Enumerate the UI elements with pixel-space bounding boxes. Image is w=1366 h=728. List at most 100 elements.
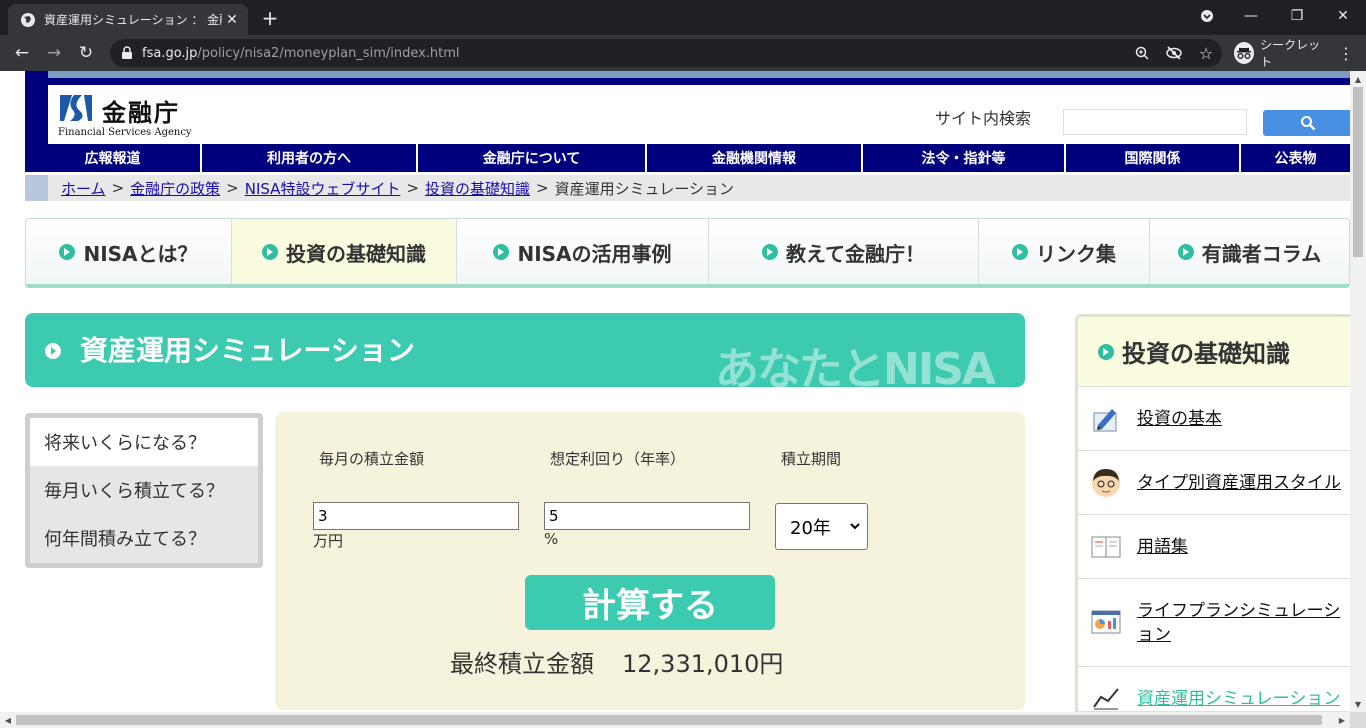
site-search-button[interactable] — [1263, 110, 1350, 136]
banner-watermark: あなたとNISA — [715, 344, 996, 387]
url-text: fsa.go.jp/policy/nisa2/moneyplan_sim/ind… — [142, 46, 1126, 61]
fsa-logo[interactable]: 金融庁 Financial Services Agency — [58, 91, 208, 143]
page-title-banner: 資産運用シミュレーション あなたとNISA — [25, 313, 1025, 387]
search-icon — [1301, 116, 1316, 131]
bookmark-star-icon[interactable]: ☆ — [1196, 43, 1216, 63]
mode-monthly-amount[interactable]: 毎月いくら積立てる？ — [30, 466, 258, 514]
sidebar-item-simulation[interactable]: 資産運用シミュレーション — [1078, 667, 1350, 711]
reload-icon[interactable]: ↻ — [72, 39, 100, 67]
nisa-tab-label: リンク集 — [1036, 241, 1116, 266]
globe-icon — [21, 12, 35, 27]
arrow-circle-icon — [762, 244, 778, 260]
scroll-up-icon[interactable]: ▲ — [1350, 71, 1366, 87]
arrow-circle-icon — [1177, 244, 1194, 260]
header-band-light — [48, 71, 1350, 78]
sidebar-link-current[interactable]: 資産運用シミュレーション — [1137, 687, 1340, 711]
new-tab-icon[interactable]: + — [258, 6, 282, 30]
mode-future-value[interactable]: 将来いくらになる？ — [30, 418, 258, 466]
rate-input[interactable]: 5 — [544, 502, 750, 530]
tab-close-icon[interactable]: ✕ — [222, 10, 242, 30]
back-icon[interactable]: ← — [8, 39, 36, 67]
right-sidebar-title-text: 投資の基礎知識 — [1122, 340, 1290, 368]
eye-off-icon[interactable] — [1164, 43, 1184, 63]
incognito-indicator[interactable]: シークレット — [1230, 38, 1326, 69]
zoom-icon[interactable] — [1132, 43, 1152, 63]
breadcrumb-separator: > — [111, 179, 125, 197]
scroll-left-icon[interactable]: ◀ — [0, 712, 16, 728]
sidebar-item-style[interactable]: タイプ別資産運用スタイル — [1078, 451, 1350, 515]
horizontal-scroll-thumb[interactable] — [16, 715, 1322, 725]
scroll-right-icon[interactable]: ▶ — [1334, 712, 1350, 728]
breadcrumb-link-policy[interactable]: 金融庁の政策 — [130, 178, 220, 199]
gnav-item-laws[interactable]: 法令・指針等 — [863, 144, 1066, 172]
page-viewport: 金融庁 Financial Services Agency サイト内検索 広報報… — [0, 71, 1350, 712]
breadcrumb-separator: > — [406, 179, 420, 197]
open-book-icon — [1091, 536, 1121, 557]
more-menu-icon[interactable]: ⋮ — [1336, 43, 1356, 63]
sidebar-link[interactable]: 用語集 — [1137, 535, 1188, 559]
gnav-item-international[interactable]: 国際関係 — [1066, 144, 1241, 172]
tab-search-icon[interactable] — [1184, 0, 1230, 32]
right-sidebar: 投資の基礎知識 投資の基本 タイプ別資産運用スタイル 用語集 ライフプランシミュ… — [1075, 314, 1350, 712]
global-nav: 広報報道 利用者の方へ 金融庁について 金融機関情報 法令・指針等 国際関係 公… — [25, 144, 1350, 172]
nisa-tab-cases[interactable]: NISAの活用事例 — [457, 219, 709, 284]
nisa-tab-label: 教えて金融庁！ — [786, 241, 925, 266]
nisa-tab-label: 投資の基礎知識 — [286, 241, 426, 266]
sidebar-link[interactable]: ライフプランシミュレーション — [1137, 599, 1350, 647]
browser-toolbar: ← → ↻ fsa.go.jp/policy/nisa2/moneyplan_s… — [0, 35, 1366, 71]
nisa-tab-label: NISAの活用事例 — [517, 241, 672, 266]
arrow-circle-icon — [1098, 343, 1114, 360]
nisa-tab-links[interactable]: リンク集 — [979, 219, 1150, 284]
arrow-circle-icon — [59, 244, 76, 260]
breadcrumb-link-nisa[interactable]: NISA特設ウェブサイト — [245, 178, 401, 199]
arrow-circle-icon — [262, 244, 278, 260]
arrow-circle-icon — [1012, 244, 1028, 260]
site-search-input[interactable] — [1063, 109, 1247, 135]
calculate-button[interactable]: 計算する — [525, 575, 775, 630]
arrow-circle-icon — [493, 244, 510, 260]
horizontal-scrollbar[interactable]: ◀ ▶ — [0, 712, 1350, 728]
header-left-bar — [25, 71, 48, 144]
sidebar-link[interactable]: タイプ別資産運用スタイル — [1137, 471, 1341, 495]
forward-icon[interactable]: → — [40, 39, 68, 67]
lock-icon — [122, 46, 132, 59]
vertical-scroll-thumb[interactable] — [1353, 87, 1363, 257]
nisa-tab-basics[interactable]: 投資の基礎知識 — [232, 219, 457, 284]
scroll-down-icon[interactable]: ▼ — [1350, 696, 1366, 712]
mode-years[interactable]: 何年間積み立てる？ — [30, 514, 258, 562]
gnav-item-pr[interactable]: 広報報道 — [25, 144, 202, 172]
tab-title: 資産運用シミュレーション ： 金融庁 — [44, 13, 222, 27]
nisa-tab-columns[interactable]: 有識者コラム — [1150, 219, 1349, 284]
nisa-tab-label: NISAとは？ — [83, 241, 198, 266]
breadcrumb-separator: > — [226, 179, 239, 197]
nisa-tabs: NISAとは？ 投資の基礎知識 NISAの活用事例 教えて金融庁！ リンク集 有… — [25, 218, 1350, 288]
minimize-icon[interactable]: — — [1228, 0, 1274, 32]
sidebar-item-basics[interactable]: 投資の基本 — [1078, 387, 1350, 451]
vertical-scrollbar[interactable]: ▲ ▼ — [1350, 71, 1366, 712]
url-host: fsa.go.jp — [142, 45, 198, 61]
period-select[interactable]: 20年 — [775, 503, 868, 550]
gnav-item-about[interactable]: 金融庁について — [418, 144, 647, 172]
restore-icon[interactable]: ❐ — [1274, 0, 1320, 32]
breadcrumb-link-basics[interactable]: 投資の基礎知識 — [425, 178, 530, 199]
period-select-value: 20年 — [790, 517, 831, 539]
window-close-icon[interactable]: ✕ — [1320, 0, 1366, 32]
gnav-item-publications[interactable]: 公表物 — [1241, 144, 1350, 172]
breadcrumb-separator: > — [536, 179, 549, 197]
sidebar-item-lifeplan[interactable]: ライフプランシミュレーション — [1078, 579, 1350, 667]
url-path: /policy/nisa2/moneyplan_sim/index.html — [197, 45, 460, 61]
sidebar-link[interactable]: 投資の基本 — [1137, 407, 1222, 431]
breadcrumb-link-home[interactable]: ホーム — [61, 178, 106, 199]
sidebar-item-glossary[interactable]: 用語集 — [1078, 515, 1350, 579]
address-bar[interactable]: fsa.go.jp/policy/nisa2/moneyplan_sim/ind… — [110, 39, 1222, 67]
result-label: 最終積立金額 — [450, 650, 594, 678]
gnav-item-users[interactable]: 利用者の方へ — [202, 144, 418, 172]
monthly-amount-input[interactable]: 3 — [313, 502, 519, 530]
nisa-tab-label: 有識者コラム — [1201, 241, 1322, 266]
nisa-tab-about[interactable]: NISAとは？ — [26, 219, 232, 284]
gnav-item-institutions[interactable]: 金融機関情報 — [647, 144, 863, 172]
chevron-down-icon — [850, 523, 860, 530]
nisa-tab-faq[interactable]: 教えて金融庁！ — [709, 219, 979, 284]
result-value: 12,331,010円 — [622, 650, 784, 678]
browser-tab[interactable]: 資産運用シミュレーション ： 金融庁 ✕ — [8, 4, 248, 35]
